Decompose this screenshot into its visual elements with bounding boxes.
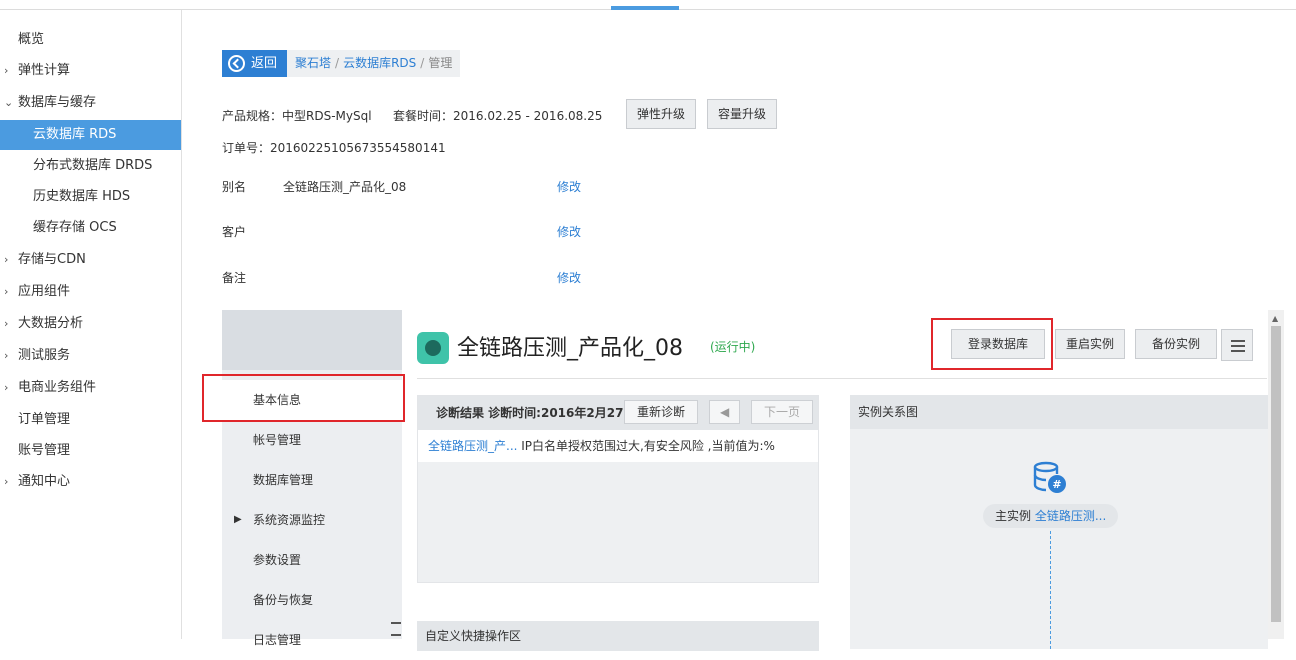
alias-value: 全链路压测_产品化_08 [283,180,407,194]
diagnosis-header: 诊断结果 诊断时间:2016年2月27日 [436,406,636,420]
relation-header: 实例关系图 [850,395,1268,429]
package-period: 套餐时间：2016.02.25 - 2016.08.25 [393,109,603,123]
scrollbar-thumb[interactable] [1271,326,1281,622]
diagnosis-row: 全链路压测_产... IP白名单授权范围过大,有安全风险 ,当前值为:% [418,430,818,462]
triangle-right-icon: ▶ [234,514,242,525]
status-badge: (运行中) [710,340,756,354]
subnav-log-mgmt[interactable]: 日志管理 [222,620,402,660]
backup-instance-button[interactable]: 备份实例 [1135,329,1218,359]
edit-customer-link[interactable]: 修改 [557,223,581,240]
instance-subnav: 基本信息 帐号管理 数据库管理 ▶ 系统资源监控 参数设置 备份与恢复 日志管理 [222,310,402,647]
scrollbar[interactable]: ▲ [1268,310,1284,639]
relation-panel: 实例关系图 # 主实例 全链路压测... [850,395,1268,649]
sidebar-item-notifications[interactable]: › 通知中心 [0,467,181,497]
sidebar-item-elastic-compute[interactable]: › 弹性计算 [0,56,181,86]
elastic-upgrade-button[interactable]: 弹性升级 [626,99,697,129]
sidebar-item-account[interactable]: 账号管理 [0,436,181,466]
breadcrumb-current: 管理 [428,56,453,70]
relation-connector [1050,531,1051,649]
edit-note-link[interactable]: 修改 [557,269,581,286]
breadcrumb-link-jushita[interactable]: 聚石塔 [295,56,331,70]
note-label: 备注 [222,271,247,285]
capacity-upgrade-button[interactable]: 容量升级 [707,99,778,129]
scroll-up-icon[interactable]: ▲ [1272,314,1278,323]
sidebar-item-big-data[interactable]: › 大数据分析 [0,309,181,339]
sidebar-item-test-service[interactable]: › 测试服务 [0,341,181,371]
top-bar [0,0,1296,10]
subnav-account-mgmt[interactable]: 帐号管理 [222,420,402,460]
rediagnose-button[interactable]: 重新诊断 [624,400,699,424]
chevron-down-icon: ⌄ [4,96,14,109]
sidebar-item-ocs[interactable]: 缓存存储 OCS [0,213,181,243]
product-spec: 产品规格：中型RDS-MySql [222,109,372,123]
next-page-button[interactable]: 下一页 [751,400,814,424]
diagnosis-panel: 诊断结果 诊断时间:2016年2月27日 重新诊断 ◀ 下一页 全链路压测_产.… [417,395,819,583]
edit-alias-link[interactable]: 修改 [557,178,581,195]
restart-instance-button[interactable]: 重启实例 [1055,329,1126,359]
back-button[interactable]: 返回 [222,50,288,77]
collapse-handle-icon[interactable] [391,622,401,636]
sidebar-item-drds[interactable]: 分布式数据库 DRDS [0,151,181,181]
breadcrumb: 返回 聚石塔 / 云数据库RDS / 管理 [222,50,461,77]
sidebar: 概览 › 弹性计算 ⌄ 数据库与缓存 云数据库 RDS 分布式数据库 DRDS 历史… [0,10,182,639]
instance-title: 全链路压测_产品化_08 [457,336,683,361]
back-arrow-icon [228,55,245,72]
subnav-resource-monitor[interactable]: ▶ 系统资源监控 [222,500,402,540]
highlight-box-login [931,318,1053,370]
customer-label: 客户 [222,225,247,239]
master-instance-link[interactable]: 全链路压测... [1035,509,1106,523]
svg-text:#: # [1052,478,1061,491]
main-content: 返回 聚石塔 / 云数据库RDS / 管理 产品规格：中型RDS-MySql 套餐时间：… [183,10,1296,651]
prev-page-button[interactable]: ◀ [709,400,741,424]
alias-label: 别名 [222,180,247,194]
sidebar-item-rds[interactable]: 云数据库 RDS [0,120,181,150]
quick-actions-header: 自定义快捷操作区 [417,621,819,651]
breadcrumb-link-rds[interactable]: 云数据库RDS [343,56,416,70]
breadcrumb-trail: 聚石塔 / 云数据库RDS / 管理 [287,50,461,77]
chevron-right-icon: › [4,349,9,362]
chevron-right-icon: › [4,285,9,298]
subnav-database-mgmt[interactable]: 数据库管理 [222,460,402,500]
sidebar-item-ecommerce[interactable]: › 电商业务组件 [0,373,181,403]
sidebar-item-overview[interactable]: 概览 [0,25,181,55]
chevron-right-icon: › [4,64,9,77]
highlight-box-basic-info [202,374,405,422]
subnav-backup-restore[interactable]: 备份与恢复 [222,580,402,620]
sidebar-item-storage-cdn[interactable]: › 存储与CDN [0,245,181,275]
sidebar-item-database-cache[interactable]: ⌄ 数据库与缓存 [0,88,181,118]
chevron-right-icon: › [4,253,9,266]
chevron-right-icon: › [4,475,9,488]
database-icon: # [1033,461,1066,493]
order-number: 订单号：20160225105673554580141 [222,141,446,155]
subnav-parameters[interactable]: 参数设置 [222,540,402,580]
sidebar-item-hds[interactable]: 历史数据库 HDS [0,182,181,212]
chevron-right-icon: › [4,317,9,330]
diagnosis-instance-link[interactable]: 全链路压测_产... [428,439,517,453]
menu-icon[interactable] [1221,329,1253,361]
master-instance-node[interactable]: 主实例 全链路压测... [983,504,1119,528]
chevron-right-icon: › [4,381,9,394]
sidebar-item-app-components[interactable]: › 应用组件 [0,277,181,307]
sidebar-item-orders[interactable]: 订单管理 [0,405,181,435]
instance-logo-icon [417,332,449,364]
